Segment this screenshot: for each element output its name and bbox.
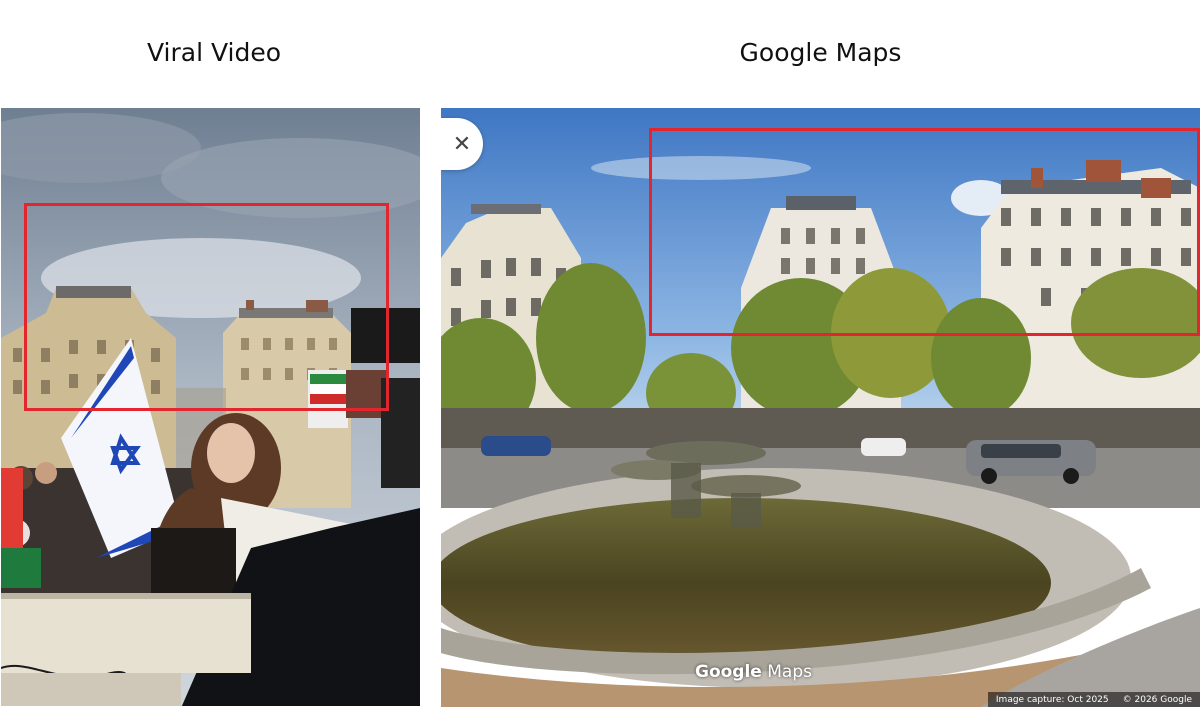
- copyright-text: © 2026 Google: [1122, 695, 1192, 705]
- attribution-bar: Image capture: Oct 2025 © 2026 Google: [987, 692, 1200, 707]
- google-maps-title: Google Maps: [739, 38, 902, 67]
- viral-video-frame: [1, 108, 420, 706]
- viral-video-title: Viral Video: [146, 38, 282, 67]
- image-capture-date: Image capture: Oct 2025: [995, 695, 1109, 705]
- protest-scene: [1, 108, 420, 706]
- google-maps-watermark: Google Maps: [695, 662, 812, 682]
- street-view-image: [441, 108, 1200, 707]
- street-view-panel: ✕ Google Maps Image capture: Oct 2025 © …: [441, 108, 1200, 707]
